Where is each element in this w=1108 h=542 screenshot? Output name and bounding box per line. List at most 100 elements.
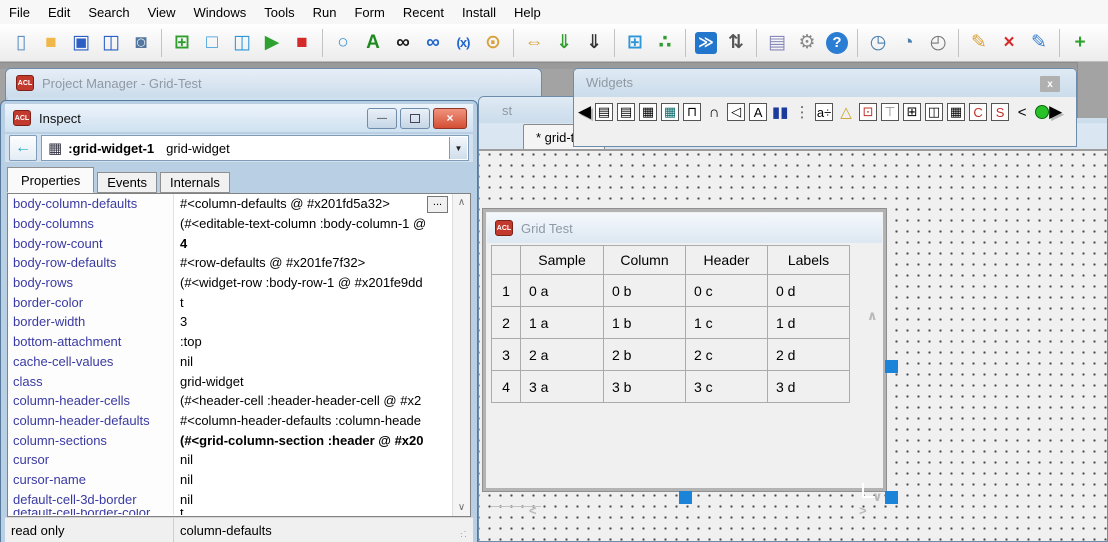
property-row[interactable]: column-header-defaults#<column-header-de… [8, 411, 470, 431]
import-icon[interactable]: ⇓ [550, 29, 578, 57]
scroll-up-icon[interactable]: ∧ [453, 195, 470, 210]
grid-column-header[interactable]: Sample [521, 246, 604, 275]
property-row[interactable]: border-colort [8, 292, 470, 312]
selection-handle-right[interactable] [885, 360, 898, 373]
property-row[interactable]: column-sections(#<grid-column-section :h… [8, 430, 470, 450]
deliver-icon[interactable]: ◙ [127, 29, 155, 57]
swap-icon[interactable]: ⇔ [520, 29, 548, 57]
console-icon[interactable]: ≫ [692, 29, 720, 57]
menu-recent[interactable]: Recent [394, 2, 453, 23]
tab-properties[interactable]: Properties [7, 167, 94, 193]
grid-widget[interactable]: SampleColumnHeaderLabels10 a0 b0 c0 d21 … [487, 243, 882, 487]
open-folder-icon[interactable]: ■ [37, 29, 65, 57]
window-tree-icon[interactable]: ⊞ [621, 29, 649, 57]
grid-test-titlebar[interactable]: ACL Grid Test [487, 213, 882, 243]
spin-box-icon[interactable]: a÷ [815, 103, 833, 121]
grid-column-icon[interactable]: C [969, 103, 987, 121]
selection-handle-bottom-right[interactable] [885, 491, 898, 504]
property-row[interactable]: classgrid-widget [8, 371, 470, 391]
find-expression-icon[interactable]: (x) [449, 29, 477, 57]
options-gear-icon[interactable]: ⚙ [793, 29, 821, 57]
property-row[interactable]: cache-cell-valuesnil [8, 352, 470, 372]
grid-cell[interactable]: 3 a [521, 371, 604, 403]
edit-doc-icon[interactable]: ✎ [1025, 29, 1053, 57]
new-form-icon[interactable]: ⊞ [168, 29, 196, 57]
outline-icon[interactable]: ⋮ [793, 103, 811, 121]
menu-view[interactable]: View [139, 2, 185, 23]
edit-pencil-icon[interactable]: ✎ [965, 29, 993, 57]
close-button[interactable]: × [433, 108, 467, 129]
comparison-icon[interactable]: < [1013, 103, 1031, 121]
property-row[interactable]: default-cell-border-colort [8, 509, 470, 515]
property-row[interactable]: default-cell-3d-bordernil [8, 489, 470, 509]
menu-search[interactable]: Search [79, 2, 138, 23]
combo-box-icon[interactable]: ▦ [661, 103, 679, 121]
property-row[interactable]: cursornil [8, 450, 470, 470]
clock-icon[interactable]: ◷ [864, 29, 892, 57]
property-row[interactable]: body-columns(#<editable-text-column :bod… [8, 214, 470, 234]
grid-scroll-up-icon[interactable]: ∧ [867, 311, 878, 321]
single-item-list-icon[interactable]: ▤ [595, 103, 613, 121]
check-box-icon[interactable]: ∩ [705, 103, 723, 121]
stop-icon[interactable]: ■ [288, 29, 316, 57]
form-designer-canvas[interactable]: ACL Grid Test SampleColumnHeaderLabels10… [479, 151, 1107, 541]
tab-control-icon[interactable]: ⊤ [881, 103, 899, 121]
menu-help[interactable]: Help [505, 2, 550, 23]
combo-dropdown-button[interactable]: ▼ [449, 137, 467, 159]
grid-cell[interactable]: 2 b [604, 339, 686, 371]
new-window-icon[interactable]: □ [198, 29, 226, 57]
inspect-titlebar[interactable]: ACL Inspect — × [5, 104, 473, 132]
search-icon[interactable]: ○ [329, 29, 357, 57]
grid-scroll-right-icon[interactable]: > [859, 506, 867, 516]
menu-edit[interactable]: Edit [39, 2, 79, 23]
print-icon[interactable]: ▤ [763, 29, 791, 57]
widgets-close-button[interactable]: x [1040, 76, 1060, 92]
split-window-icon[interactable]: ⊞ [903, 103, 921, 121]
grid-scroll-down-icon[interactable]: ∨ [872, 492, 883, 502]
tab-internals[interactable]: Internals [160, 172, 230, 193]
inspected-object-combo[interactable]: ▦ :grid-widget-1 grid-widget ▼ [41, 135, 469, 161]
grid-cell[interactable]: 2 a [521, 339, 604, 371]
grid-cell[interactable]: 1 b [604, 307, 686, 339]
save-all-icon[interactable]: ◫ [97, 29, 125, 57]
progress-bar-icon[interactable]: ▮▮ [771, 103, 789, 121]
grid-column-header[interactable]: Header [686, 246, 768, 275]
property-row[interactable]: border-width3 [8, 312, 470, 332]
grid-cell[interactable]: 2 c [686, 339, 768, 371]
property-grid-scrollbar[interactable]: ∧ ∨ [452, 194, 470, 516]
hand-add-icon[interactable]: + [1066, 29, 1094, 57]
palette-scroll-left-icon[interactable]: ◀ [578, 103, 591, 121]
save-icon[interactable]: ▣ [67, 29, 95, 57]
menu-tools[interactable]: Tools [255, 2, 303, 23]
maximize-button[interactable] [400, 108, 430, 129]
property-row[interactable]: column-header-cells(#<header-cell :heade… [8, 391, 470, 411]
find-next-icon[interactable]: ∞ [419, 29, 447, 57]
find-icon[interactable]: ∞ [389, 29, 417, 57]
grid-cell[interactable]: 0 b [604, 275, 686, 307]
grid-cell[interactable]: 3 c [686, 371, 768, 403]
menu-file[interactable]: File [0, 2, 39, 23]
property-row[interactable]: body-row-defaults#<row-defaults @ #x201f… [8, 253, 470, 273]
property-row[interactable]: cursor-namenil [8, 470, 470, 490]
property-row[interactable]: body-row-count4 [8, 233, 470, 253]
resize-grip[interactable]: .··· [460, 529, 470, 539]
alarm-icon[interactable]: ◔ [894, 29, 922, 57]
grid-cell[interactable]: 0 a [521, 275, 604, 307]
selection-handle-bottom[interactable] [679, 491, 692, 504]
widgets-palette-titlebar[interactable]: Widgets x [574, 69, 1076, 97]
edit-value-button[interactable]: ... [427, 196, 448, 213]
property-row[interactable]: bottom-attachment:top [8, 332, 470, 352]
trackbar-icon[interactable]: ◁ [727, 103, 745, 121]
grid-column-header[interactable]: Labels [768, 246, 850, 275]
menu-run[interactable]: Run [304, 2, 346, 23]
grid-cell[interactable]: 1 d [768, 307, 850, 339]
grid-widget-icon[interactable]: ▦ [947, 103, 965, 121]
new-file-icon[interactable]: ▯ [7, 29, 35, 57]
paned-window-icon[interactable]: ◫ [925, 103, 943, 121]
draw-shape-icon[interactable]: △ [837, 103, 855, 121]
grid-cell[interactable]: 3 b [604, 371, 686, 403]
sort-icon[interactable]: ⇅ [722, 29, 750, 57]
find-in-files-icon[interactable]: ⊙ [479, 29, 507, 57]
grid-cell[interactable]: 3 d [768, 371, 850, 403]
class-tree-icon[interactable]: ∴ [651, 29, 679, 57]
